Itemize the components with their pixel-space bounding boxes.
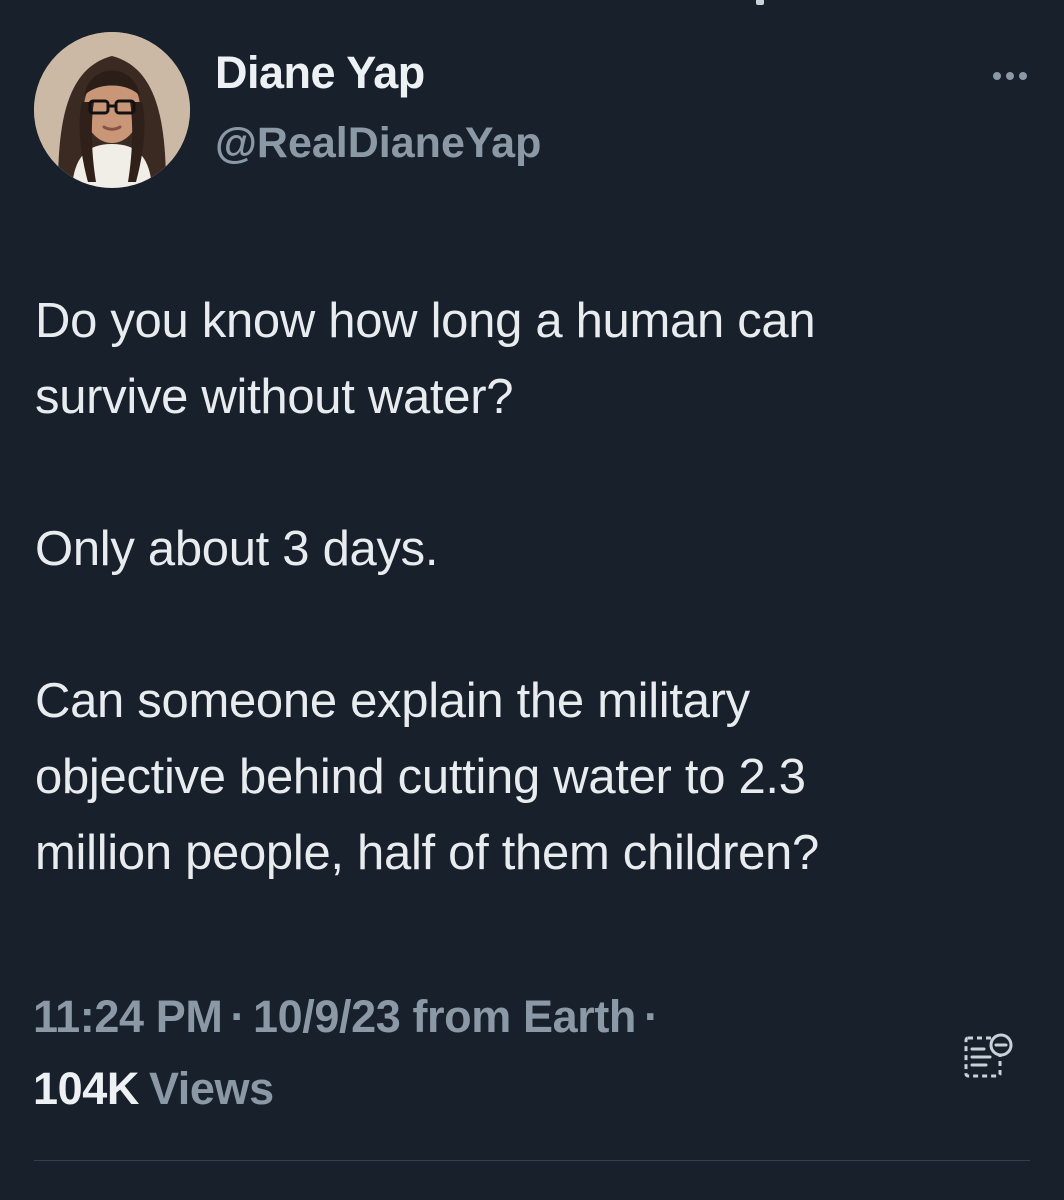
tweet-metadata: 11:24 PM · 10/9/23 from Earth · — [33, 994, 667, 1039]
display-name[interactable]: Diane Yap — [215, 50, 425, 95]
views-count: 104K — [33, 1063, 139, 1114]
tweet-paragraph-1: Do you know how long a human can survive… — [35, 294, 816, 424]
more-dot — [1006, 72, 1014, 80]
tweet-paragraph-2: Only about 3 days. — [35, 522, 439, 576]
more-dot — [993, 72, 1001, 80]
tweet-source: from Earth — [412, 991, 636, 1042]
user-handle[interactable]: @RealDianeYap — [215, 122, 541, 165]
tweet-card: Diane Yap @RealDianeYap Do you know how … — [0, 0, 1064, 1200]
metadata-separator: · — [644, 991, 659, 1042]
profile-photo-icon — [34, 32, 190, 188]
tweet-text: Do you know how long a human can survive… — [35, 283, 1025, 891]
avatar[interactable] — [34, 32, 190, 188]
views-summary: 104K Views — [33, 1066, 274, 1111]
tweet-paragraph-3: Can someone explain the military objecti… — [35, 674, 819, 880]
metadata-separator: · — [230, 991, 246, 1042]
bottom-divider — [34, 1160, 1030, 1161]
tweet-date[interactable]: 10/9/23 — [253, 991, 401, 1042]
analytics-icon-graphic — [964, 1033, 1013, 1078]
tweet-time[interactable]: 11:24 PM — [33, 991, 223, 1042]
analytics-icon[interactable] — [962, 1028, 1016, 1082]
more-dot — [1019, 72, 1027, 80]
views-label: Views — [148, 1063, 274, 1114]
more-options-icon[interactable] — [978, 60, 1042, 92]
